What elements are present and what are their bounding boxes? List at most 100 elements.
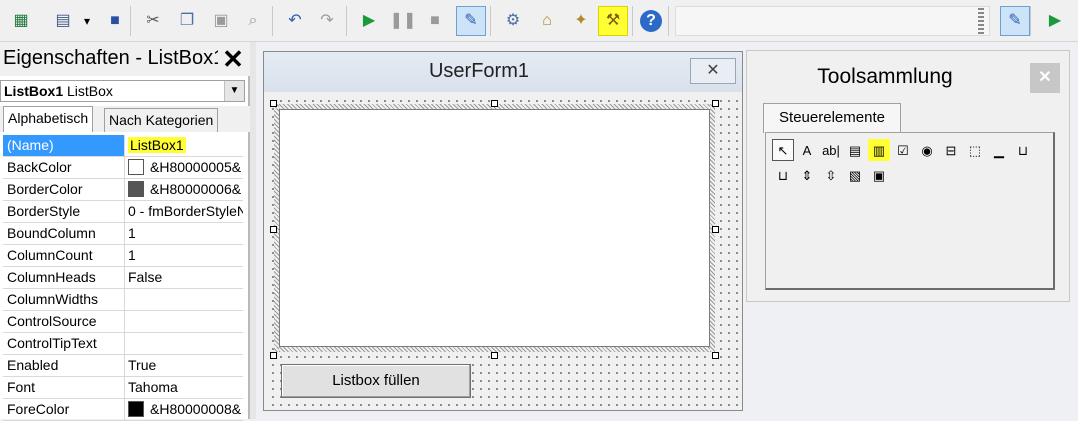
toolbar-separator <box>130 6 131 36</box>
property-row[interactable]: BorderColor &H80000006& <box>3 179 243 201</box>
property-value[interactable] <box>126 289 243 310</box>
property-name: BackColor <box>3 157 125 178</box>
excel-icon[interactable]: ▦ <box>6 6 36 36</box>
help-icon[interactable]: ? <box>640 10 662 32</box>
design-mode-icon-2[interactable]: ✎ <box>1000 6 1030 36</box>
property-row[interactable]: BackColor &H80000005& <box>3 157 243 179</box>
userform-canvas[interactable]: Listbox füllen <box>266 94 740 410</box>
refedit-tool-icon[interactable]: ▣ <box>868 164 890 186</box>
resize-handle[interactable] <box>270 226 277 233</box>
project-explorer-icon[interactable]: ⚙ <box>498 6 528 36</box>
tab-steuerelemente[interactable]: Steuerelemente <box>763 103 901 133</box>
property-value[interactable]: False <box>126 267 243 288</box>
property-value[interactable]: 0 - fmBorderStyleNone <box>126 201 243 222</box>
pause-icon[interactable]: ❚❚ <box>388 6 418 36</box>
multipage-tool-icon[interactable]: ⊔ <box>772 164 794 186</box>
property-row[interactable]: BorderStyle0 - fmBorderStyleNone <box>3 201 243 223</box>
listbox-fill-button[interactable]: Listbox füllen <box>281 364 471 398</box>
cut-icon[interactable]: ✂ <box>138 6 168 36</box>
insert-userform-icon[interactable]: ▤ <box>48 6 78 36</box>
spinbutton-tool-icon[interactable]: ⇳ <box>820 164 842 186</box>
controls-panel: ↖ Aab| ▤ ▥ ☑ ◉ ⊟ ⬚ ▁ ⊔ ⊔ ⇕ ⇳ ▧ ▣ <box>765 132 1055 290</box>
property-name: Font <box>3 377 125 398</box>
listbox-selection-frame[interactable] <box>274 104 715 352</box>
object-selector-dropdown[interactable]: ListBox1 ListBox ▼ <box>0 80 245 102</box>
property-value[interactable]: 1 <box>126 245 243 266</box>
property-row[interactable]: ControlTipText <box>3 333 243 355</box>
scrollbar-tool-icon[interactable]: ⇕ <box>796 164 818 186</box>
label-tool-icon[interactable]: A <box>796 139 818 161</box>
commandbutton-tool-icon[interactable]: ▁ <box>988 139 1010 161</box>
combobox-tool-icon[interactable]: ▤ <box>844 139 866 161</box>
undo-icon[interactable]: ↶ <box>280 6 310 36</box>
object-name: ListBox1 <box>4 83 64 99</box>
property-row[interactable]: Enabled True <box>3 355 243 377</box>
property-row[interactable]: ColumnCount 1 <box>3 245 243 267</box>
property-row[interactable]: ForeColor &H80000008& <box>3 399 243 421</box>
toolbox-close-icon[interactable]: ✕ <box>1030 63 1060 93</box>
resize-handle[interactable] <box>491 352 498 359</box>
copy-icon[interactable]: ❐ <box>172 6 202 36</box>
resize-handle[interactable] <box>270 352 277 359</box>
togglebutton-tool-icon[interactable]: ⊟ <box>940 139 962 161</box>
close-icon[interactable]: ✕ <box>690 58 736 84</box>
find-icon[interactable]: ⌕ <box>238 6 268 36</box>
object-browser-icon[interactable]: ✦ <box>566 6 596 36</box>
toolbar-grip[interactable] <box>978 8 984 34</box>
resize-handle[interactable] <box>491 100 498 107</box>
pointer-tool-icon[interactable]: ↖ <box>772 139 794 161</box>
property-value[interactable]: Tahoma <box>126 377 243 398</box>
property-value[interactable]: 1 <box>126 223 243 244</box>
toolbar-combo[interactable] <box>675 6 990 36</box>
image-tool-icon[interactable]: ▧ <box>844 164 866 186</box>
toolbar-separator <box>1030 6 1031 36</box>
run-icon-2[interactable]: ▶ <box>1040 6 1070 36</box>
splitter[interactable] <box>250 42 256 419</box>
textbox-tool-icon[interactable]: ab| <box>820 139 842 161</box>
chevron-down-icon[interactable]: ▼ <box>224 81 244 101</box>
property-row[interactable]: ColumnWidths <box>3 289 243 311</box>
property-value[interactable] <box>126 311 243 332</box>
resize-handle[interactable] <box>712 226 719 233</box>
optionbutton-tool-icon[interactable]: ◉ <box>916 139 938 161</box>
tab-alphabetisch[interactable]: Alphabetisch <box>3 106 94 132</box>
properties-window: Eigenschaften - ListBox1 ✕ ListBox1 List… <box>0 42 250 421</box>
resize-handle[interactable] <box>712 100 719 107</box>
design-mode-icon[interactable]: ✎ <box>456 6 486 36</box>
checkbox-tool-icon[interactable]: ☑ <box>892 139 914 161</box>
property-value[interactable]: &H80000006& <box>126 179 243 200</box>
toolbox-icon[interactable]: ⚒ <box>598 6 628 36</box>
property-row[interactable]: (Name) ListBox1 <box>3 135 243 157</box>
property-value-text: Tahoma <box>128 379 178 395</box>
properties-close-icon[interactable]: ✕ <box>218 44 248 74</box>
properties-window-icon[interactable]: ⌂ <box>532 6 562 36</box>
dropdown-arrow-icon[interactable]: ▾ <box>80 6 94 36</box>
save-icon[interactable]: ■ <box>100 6 130 36</box>
toolbox-title: Toolsammlung <box>817 65 953 88</box>
color-swatch <box>128 401 144 417</box>
property-name: (Name) <box>3 135 125 156</box>
property-value[interactable]: True <box>126 355 243 376</box>
tab-nach-kategorien[interactable]: Nach Kategorien <box>104 108 219 132</box>
property-row[interactable]: Font Tahoma <box>3 377 243 399</box>
listbox-tool-icon[interactable]: ▥ <box>868 139 890 161</box>
property-value[interactable]: &H80000008& <box>126 399 243 420</box>
property-name: Enabled <box>3 355 125 376</box>
property-value[interactable]: ListBox1 <box>126 135 243 156</box>
frame-tool-icon[interactable]: ⬚ <box>964 139 986 161</box>
property-name: ColumnHeads <box>3 267 125 288</box>
redo-icon[interactable]: ↷ <box>312 6 342 36</box>
run-icon[interactable]: ▶ <box>354 6 384 36</box>
property-row[interactable]: ControlSource <box>3 311 243 333</box>
paste-icon[interactable]: ▣ <box>206 6 236 36</box>
property-row[interactable]: ColumnHeads False <box>3 267 243 289</box>
resize-handle[interactable] <box>270 100 277 107</box>
property-value[interactable] <box>126 333 243 354</box>
tabstrip-tool-icon[interactable]: ⊔ <box>1012 139 1034 161</box>
resize-handle[interactable] <box>712 352 719 359</box>
stop-icon[interactable]: ■ <box>420 6 450 36</box>
listbox1[interactable] <box>279 109 710 347</box>
property-name: BorderColor <box>3 179 125 200</box>
property-value[interactable]: &H80000005& <box>126 157 243 178</box>
property-row[interactable]: BoundColumn 1 <box>3 223 243 245</box>
